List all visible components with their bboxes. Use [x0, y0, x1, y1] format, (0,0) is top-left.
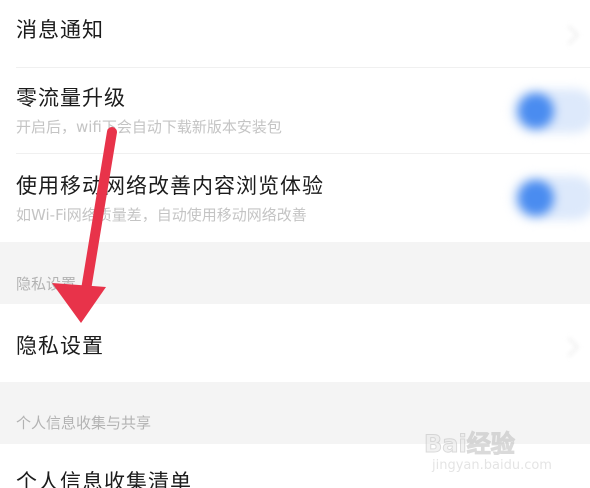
mobile-network-boost-row: 使用移动网络改善内容浏览体验 如Wi-Fi网络质量差，自动使用移动网络改善: [0, 154, 590, 242]
message-notification-title: 消息通知: [16, 18, 104, 42]
personal-info-list-title: 个人信息收集清单: [16, 470, 192, 488]
watermark-url: jingyan.baidu.com: [432, 458, 552, 473]
mobile-network-boost-toggle[interactable]: [512, 176, 590, 220]
chevron-right-icon: [559, 25, 579, 45]
mobile-network-boost-subtitle: 如Wi-Fi网络质量差，自动使用移动网络改善: [16, 206, 307, 224]
personal-info-section-label: 个人信息收集与共享: [16, 414, 152, 432]
baidu-jingyan-watermark: Bai经验 jingyan.baidu.com: [424, 424, 574, 482]
privacy-section-header: 隐私设置: [0, 242, 590, 304]
privacy-section-label: 隐私设置: [16, 275, 77, 293]
settings-screen: 消息通知 零流量升级 开启后，wifi下会自动下载新版本安装包 使用移动网络改善…: [0, 0, 590, 488]
watermark-logo: Bai经验: [424, 430, 516, 459]
privacy-settings-title: 隐私设置: [16, 334, 104, 358]
privacy-settings-row[interactable]: 隐私设置: [0, 304, 590, 382]
toggle-knob: [518, 93, 554, 129]
chevron-right-icon: [559, 337, 579, 357]
zero-data-upgrade-subtitle: 开启后，wifi下会自动下载新版本安装包: [16, 118, 282, 136]
zero-data-upgrade-row: 零流量升级 开启后，wifi下会自动下载新版本安装包: [0, 68, 590, 154]
zero-data-upgrade-toggle[interactable]: [512, 89, 590, 133]
mobile-network-boost-title: 使用移动网络改善内容浏览体验: [16, 174, 324, 198]
zero-data-upgrade-title: 零流量升级: [16, 86, 126, 110]
message-notification-row[interactable]: 消息通知: [0, 0, 590, 68]
toggle-knob: [518, 180, 554, 216]
